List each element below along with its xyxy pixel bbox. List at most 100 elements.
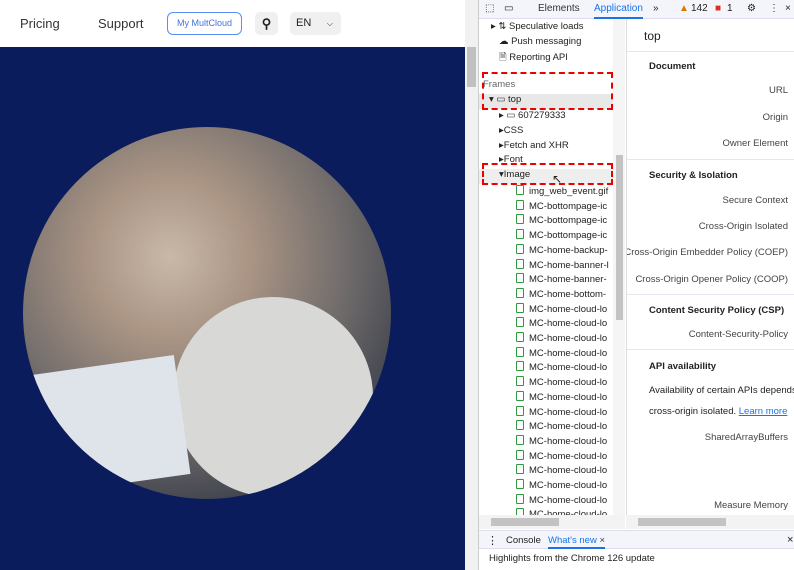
file-icon: [516, 258, 524, 269]
file-icon: [516, 390, 524, 401]
warning-count[interactable]: 142: [691, 3, 708, 14]
file-icon: [516, 464, 524, 475]
api-description: Availability of certain APIs depends: [649, 385, 794, 396]
image-resource-item[interactable]: MC-home-banner-: [516, 273, 607, 285]
whats-new-message: Highlights from the Chrome 126 update: [489, 553, 655, 564]
chevron-down-icon: ⌵: [326, 19, 333, 28]
image-resource-item[interactable]: MC-home-cloud-lo: [516, 361, 607, 373]
more-tabs-icon[interactable]: »: [653, 3, 659, 14]
devtools-toolbar: ⬚ ▭ Elements Application » ▲ 142 ■ 1 ⚙ ⋮…: [479, 0, 794, 19]
tree-item-reporting-api[interactable]: 🗎 Reporting API: [499, 50, 568, 66]
image-resource-item[interactable]: img_web_event.gif: [516, 185, 608, 197]
image-resource-item[interactable]: MC-home-cloud-lo: [516, 302, 607, 315]
tree-h-scrollbar[interactable]: [479, 515, 625, 529]
warning-icon: ▲: [679, 3, 689, 14]
image-resource-item[interactable]: MC-home-bottom-: [516, 287, 606, 300]
nav-pricing[interactable]: Pricing: [20, 16, 60, 31]
close-tab-icon[interactable]: ×: [599, 535, 605, 546]
image-resource-item[interactable]: MC-home-backup-: [516, 243, 608, 256]
label-cross-origin-isolated: Cross-Origin Isolated: [698, 221, 788, 232]
error-icon: ■: [715, 3, 722, 14]
image-resource-item[interactable]: MC-home-cloud-lo: [516, 508, 607, 515]
image-resource-item[interactable]: MC-bottompage-ic: [516, 214, 607, 226]
tab-console[interactable]: Console: [506, 535, 541, 546]
file-icon: [516, 317, 524, 328]
label-secure-context: Secure Context: [722, 195, 788, 206]
api-description-2: cross-origin isolated.: [649, 406, 737, 417]
frame-details: top Document URL Origin Owner Element Se…: [626, 19, 794, 515]
label-shared-array-buffers: SharedArrayBuffers: [704, 432, 788, 443]
drawer-tabs: ⋮ Console What's new × ×: [479, 530, 794, 549]
file-icon: [516, 508, 524, 515]
nav-support[interactable]: Support: [98, 16, 144, 31]
tree-item-push-messaging[interactable]: ☁ Push messaging: [499, 36, 581, 47]
image-resource-item[interactable]: MC-home-cloud-lo: [516, 376, 607, 388]
tree-item-css[interactable]: ▸CSS: [499, 125, 523, 136]
label-coop: Cross-Origin Opener Policy (COOP): [635, 274, 788, 285]
image-resource-item[interactable]: MC-home-cloud-lo: [516, 405, 607, 418]
file-icon: [516, 287, 524, 298]
file-icon: [516, 302, 524, 313]
file-icon: [516, 346, 524, 357]
image-resource-item[interactable]: MC-home-cloud-lo: [516, 449, 607, 462]
file-icon: [516, 434, 524, 445]
image-resource-item[interactable]: MC-home-cloud-lo: [516, 346, 607, 359]
image-resource-item[interactable]: MC-home-cloud-lo: [516, 464, 607, 476]
file-icon: [516, 361, 524, 372]
tree-item-iframe[interactable]: ▸ ▭ 607279333: [499, 110, 566, 121]
tree-scrollbar-thumb[interactable]: [616, 155, 623, 320]
drawer-menu-icon[interactable]: ⋮: [487, 534, 498, 547]
file-icon: [516, 376, 524, 387]
learn-more-link[interactable]: Learn more: [739, 406, 788, 417]
image-resource-item[interactable]: MC-home-cloud-lo: [516, 332, 607, 344]
file-icon: [516, 185, 524, 195]
file-icon: [516, 405, 524, 416]
label-csp: Content-Security-Policy: [688, 329, 788, 340]
website: Pricing Support My MultCloud ⚲ EN ⌵: [0, 0, 478, 570]
label-owner-element: Owner Element: [722, 138, 788, 149]
file-icon: [516, 243, 524, 254]
close-drawer-icon[interactable]: ×: [787, 534, 793, 546]
file-icon: [516, 420, 524, 431]
image-resource-item[interactable]: MC-home-cloud-lo: [516, 420, 607, 432]
image-resource-item[interactable]: MC-home-cloud-lo: [516, 493, 607, 506]
tab-elements[interactable]: Elements: [538, 3, 580, 14]
tab-application[interactable]: Application: [594, 3, 643, 19]
tree-item-fetch-xhr[interactable]: ▸Fetch and XHR: [499, 140, 569, 151]
language-value: EN: [296, 17, 312, 29]
file-icon: [516, 332, 524, 342]
file-icon: [516, 273, 524, 284]
devtools-panel: ⬚ ▭ Elements Application » ▲ 142 ■ 1 ⚙ ⋮…: [478, 0, 794, 570]
my-multcloud-button[interactable]: My MultCloud: [167, 12, 242, 35]
tree-item-speculative-loads[interactable]: ▸ ⇅ Speculative loads: [491, 21, 583, 32]
settings-gear-icon[interactable]: ⚙: [747, 3, 756, 14]
file-icon: [516, 449, 524, 460]
image-resource-item[interactable]: MC-home-banner-l: [516, 258, 609, 271]
label-origin: Origin: [762, 112, 788, 123]
page-scrollbar-thumb[interactable]: [467, 47, 476, 87]
inspect-icon[interactable]: ⬚: [485, 3, 494, 14]
image-resource-item[interactable]: MC-home-cloud-lo: [516, 479, 607, 491]
image-resource-item[interactable]: MC-home-cloud-lo: [516, 434, 607, 447]
file-icon: [516, 199, 524, 210]
highlight-image-box: [482, 163, 613, 185]
image-resource-item[interactable]: MC-home-cloud-lo: [516, 390, 607, 403]
image-resource-item[interactable]: MC-bottompage-ic: [516, 229, 607, 241]
search-icon[interactable]: ⚲: [255, 12, 278, 35]
label-url: URL: [768, 85, 788, 96]
file-icon: [516, 214, 524, 225]
device-toggle-icon[interactable]: ▭: [504, 3, 513, 14]
image-resource-item[interactable]: MC-home-cloud-lo: [516, 317, 607, 329]
error-count[interactable]: 1: [727, 3, 733, 14]
hero-image: [23, 127, 391, 499]
label-coep: Cross-Origin Embedder Policy (COEP): [626, 247, 788, 258]
file-icon: [516, 479, 524, 489]
file-icon: [516, 493, 524, 504]
language-select[interactable]: EN ⌵: [290, 12, 341, 35]
tab-whats-new[interactable]: What's new ×: [548, 531, 606, 549]
site-header: Pricing Support My MultCloud ⚲ EN ⌵: [0, 0, 465, 47]
details-h-scrollbar[interactable]: [626, 515, 794, 529]
close-icon[interactable]: ×: [785, 3, 791, 14]
more-options-icon[interactable]: ⋮: [769, 3, 779, 14]
image-resource-item[interactable]: MC-bottompage-ic: [516, 199, 607, 212]
